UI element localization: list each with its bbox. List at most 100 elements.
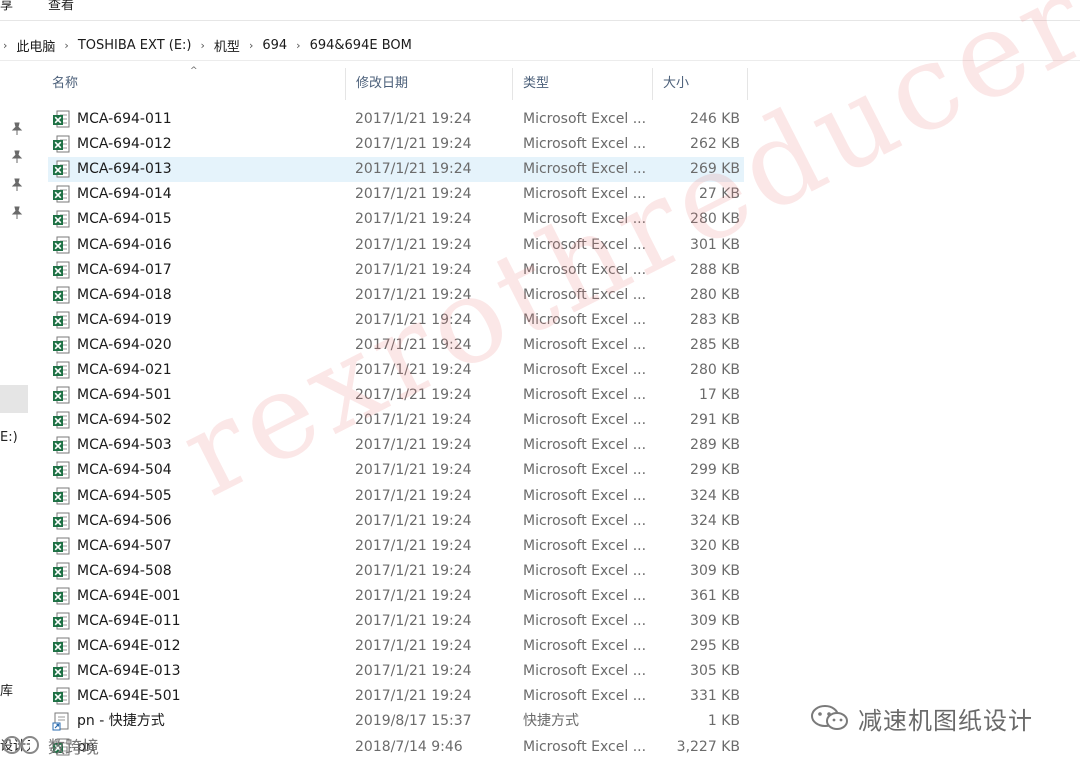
file-row[interactable]: MCA-694-017 2017/1/21 19:24 Microsoft Exce… — [48, 258, 744, 283]
file-type: Microsoft Excel ... — [523, 638, 647, 655]
file-type: Microsoft Excel ... — [523, 211, 647, 228]
corner-badge: 数跨境 — [0, 730, 150, 760]
file-name: MCA-694E-501 — [77, 688, 181, 705]
file-row[interactable]: MCA-694-016 2017/1/21 19:24 Microsoft Exce… — [48, 233, 744, 258]
file-row[interactable]: MCA-694-011 2017/1/21 19:24 Microsoft Exce… — [48, 107, 744, 132]
file-row[interactable]: MCA-694-014 2017/1/21 19:24 Microsoft Exce… — [48, 182, 744, 207]
file-type: Microsoft Excel ... — [523, 537, 647, 554]
file-type: Microsoft Excel ... — [523, 663, 647, 680]
file-row[interactable]: MCA-694-019 2017/1/21 19:24 Microsoft Exce… — [48, 308, 744, 333]
breadcrumb-694[interactable]: 694 — [256, 38, 293, 53]
pin-icon[interactable] — [11, 178, 23, 192]
file-size: 289 KB — [690, 437, 740, 454]
file-type: Microsoft Excel ... — [523, 111, 647, 127]
excel-icon — [52, 135, 70, 154]
file-type: 快捷方式 — [523, 713, 579, 730]
file-name: MCA-694-018 — [77, 286, 172, 303]
column-header-name[interactable]: 名称 — [42, 68, 346, 100]
excel-icon — [52, 261, 70, 280]
breadcrumb-model[interactable]: 机型 — [208, 36, 246, 55]
breadcrumb-bom[interactable]: 694&694E BOM — [304, 38, 418, 53]
file-row[interactable]: pn 2018/7/14 9:46 Microsoft Excel ... 3,227… — [48, 735, 744, 760]
file-row[interactable]: MCA-694-506 2017/1/21 19:24 Microsoft Exce… — [48, 509, 744, 534]
file-name: MCA-694-013 — [77, 161, 172, 178]
pin-icon[interactable] — [11, 122, 23, 136]
file-type: Microsoft Excel ... — [523, 136, 647, 153]
file-row[interactable]: MCA-694-502 2017/1/21 19:24 Microsoft Exce… — [48, 408, 744, 433]
file-name: MCA-694-501 — [77, 387, 172, 404]
file-modified-date: 2017/1/21 19:24 — [355, 236, 472, 253]
file-type: Microsoft Excel ... — [523, 336, 647, 353]
file-row[interactable]: pn - 快捷方式 2019/8/17 15:37 快捷方式 1 KB — [48, 709, 744, 734]
file-type: Microsoft Excel ... — [523, 261, 647, 278]
file-row[interactable]: MCA-694-504 2017/1/21 19:24 Microsoft Exce… — [48, 458, 744, 483]
ribbon-tab-share[interactable]: 享 — [0, 0, 13, 14]
excel-icon — [52, 386, 70, 405]
file-row[interactable]: MCA-694-020 2017/1/21 19:24 Microsoft Exce… — [48, 333, 744, 358]
nav-item-drive[interactable]: E:) — [0, 430, 30, 445]
excel-icon — [52, 236, 70, 255]
ribbon-tab-view[interactable]: 查看 — [48, 0, 74, 14]
breadcrumb-this-pc[interactable]: 此电脑 — [10, 36, 61, 55]
file-name: MCA-694-505 — [77, 487, 172, 504]
file-row[interactable]: MCA-694-015 2017/1/21 19:24 Microsoft Exce… — [48, 207, 744, 232]
file-type: Microsoft Excel ... — [523, 437, 647, 454]
chevron-right-icon[interactable]: › — [61, 39, 71, 52]
file-row[interactable]: MCA-694-013 2017/1/21 19:24 Microsoft Exce… — [48, 157, 744, 183]
pin-icon[interactable] — [11, 150, 23, 164]
excel-icon — [52, 637, 70, 656]
file-row[interactable]: MCA-694E-011 2017/1/21 19:24 Microsoft Exc… — [48, 609, 744, 634]
file-name: MCA-694-019 — [77, 311, 172, 328]
file-modified-date: 2017/1/21 19:24 — [355, 512, 472, 529]
file-row[interactable]: MCA-694E-013 2017/1/21 19:24 Microsoft Exc… — [48, 659, 744, 684]
file-name: MCA-694-502 — [77, 412, 172, 429]
excel-icon — [52, 612, 70, 631]
file-name: MCA-694-017 — [77, 261, 172, 278]
nav-item-library[interactable]: 库 — [0, 680, 22, 699]
file-modified-date: 2018/7/14 9:46 — [355, 738, 463, 755]
file-name: MCA-694E-013 — [77, 663, 181, 680]
chevron-right-icon[interactable]: › — [0, 39, 10, 52]
file-modified-date: 2017/1/21 19:24 — [355, 487, 472, 504]
column-header-size[interactable]: 大小 — [653, 68, 748, 100]
file-name: MCA-694-012 — [77, 136, 172, 153]
file-row[interactable]: MCA-694-012 2017/1/21 19:24 Microsoft Exce… — [48, 132, 744, 157]
excel-icon — [52, 110, 70, 129]
file-row[interactable]: MCA-694E-012 2017/1/21 19:24 Microsoft Exc… — [48, 634, 744, 659]
file-row[interactable]: MCA-694-018 2017/1/21 19:24 Microsoft Exce… — [48, 283, 744, 308]
file-modified-date: 2017/1/21 19:24 — [355, 311, 472, 328]
file-modified-date: 2017/1/21 19:24 — [355, 136, 472, 153]
file-row[interactable]: MCA-694-021 2017/1/21 19:24 Microsoft Exce… — [48, 358, 744, 383]
file-row[interactable]: MCA-694E-501 2017/1/21 19:24 Microsoft Exc… — [48, 684, 744, 709]
file-row[interactable]: MCA-694E-001 2017/1/21 19:24 Microsoft Exc… — [48, 584, 744, 609]
file-modified-date: 2019/8/17 15:37 — [355, 713, 472, 730]
nav-selected-item[interactable] — [0, 385, 28, 413]
column-header-type[interactable]: 类型 — [513, 68, 653, 100]
file-size: 324 KB — [690, 487, 740, 504]
file-modified-date: 2017/1/21 19:24 — [355, 437, 472, 454]
excel-icon — [52, 210, 70, 229]
link-icon — [3, 736, 39, 754]
file-modified-date: 2017/1/21 19:24 — [355, 362, 472, 378]
file-size: 320 KB — [690, 537, 740, 554]
chevron-right-icon[interactable]: › — [293, 39, 303, 52]
column-header-date[interactable]: 修改日期 — [346, 68, 513, 100]
file-row[interactable]: MCA-694-503 2017/1/21 19:24 Microsoft Exce… — [48, 433, 744, 458]
address-bar[interactable]: › 此电脑 › TOSHIBA EXT (E:) › 机型 › 694 › 69… — [0, 30, 1080, 61]
pin-icon[interactable] — [11, 206, 23, 220]
breadcrumb-drive[interactable]: TOSHIBA EXT (E:) — [72, 38, 198, 53]
file-modified-date: 2017/1/21 19:24 — [355, 688, 472, 705]
file-row[interactable]: MCA-694-507 2017/1/21 19:24 Microsoft Exce… — [48, 534, 744, 559]
file-type: Microsoft Excel ... — [523, 236, 647, 253]
chevron-right-icon[interactable]: › — [198, 39, 208, 52]
excel-icon — [52, 361, 70, 380]
chevron-right-icon[interactable]: › — [246, 39, 256, 52]
file-row[interactable]: MCA-694-505 2017/1/21 19:24 Microsoft Exce… — [48, 484, 744, 509]
excel-icon — [52, 587, 70, 606]
file-modified-date: 2017/1/21 19:24 — [355, 211, 472, 228]
file-row[interactable]: MCA-694-501 2017/1/21 19:24 Microsoft Exce… — [48, 383, 744, 408]
file-row[interactable]: MCA-694-508 2017/1/21 19:24 Microsoft Exce… — [48, 559, 744, 584]
breadcrumb: › 此电脑 › TOSHIBA EXT (E:) › 机型 › 694 › 69… — [0, 36, 418, 55]
file-modified-date: 2017/1/21 19:24 — [355, 161, 472, 178]
file-name: MCA-694-504 — [77, 462, 172, 479]
